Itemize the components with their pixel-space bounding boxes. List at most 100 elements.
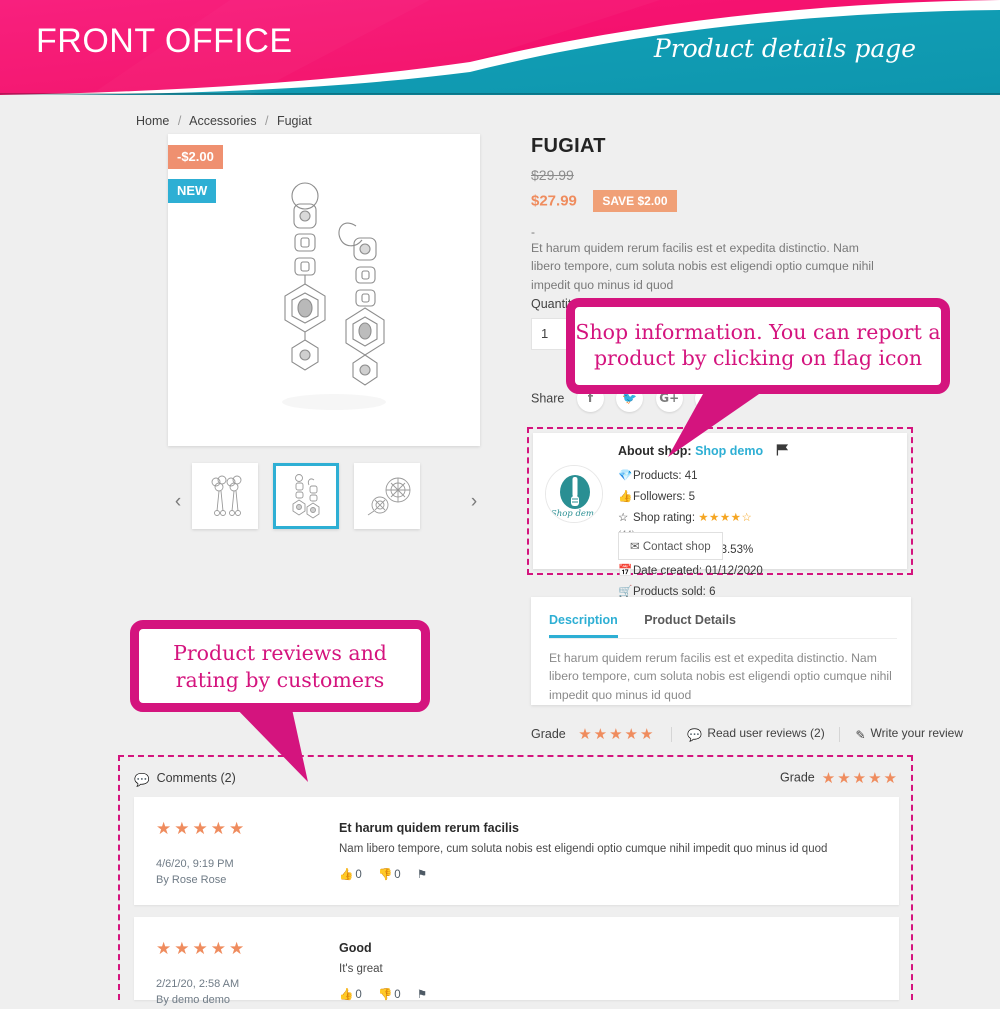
thumbnail-item-1[interactable] — [192, 463, 258, 529]
shop-stat-date-created: 📅Date created: 01/12/2020 — [618, 561, 763, 582]
comment-down-count: 0 — [394, 989, 401, 1001]
comment-author: By demo demo — [156, 993, 230, 1006]
comments-grade: Grade ★★★★★ — [780, 769, 899, 787]
breadcrumb-separator: / — [264, 114, 269, 128]
product-subtext: - — [531, 225, 535, 239]
breadcrumb-item-current: Fugiat — [276, 114, 312, 128]
grade-divider — [839, 726, 841, 742]
comment-thumbs-up[interactable]: 👍 0 — [339, 987, 362, 1001]
thumbs-down-icon: 👎 — [377, 869, 393, 881]
comment-up-count: 0 — [355, 989, 362, 1001]
thumbs-up-icon: 👍 — [339, 989, 354, 1001]
product-image-card[interactable]: -$2.00 NEW — [168, 134, 480, 446]
calendar-icon: 📅 — [618, 565, 633, 577]
thumbs-down-icon: 👎 — [377, 989, 393, 1001]
callout-reviews-text: Product reviews and rating by customers — [173, 641, 387, 692]
share-label: Share — [531, 391, 565, 406]
comment-report-flag-icon[interactable]: ⚑ — [417, 867, 427, 881]
thumbnail-item-3[interactable] — [354, 463, 420, 529]
thumbs-up-icon: 👍 — [618, 491, 633, 503]
comment-stars: ★★★★★ — [156, 939, 248, 958]
comment-icon: 💬 — [687, 728, 703, 742]
shop-stat-rating: ☆ Shop rating: ★★★★☆ — [618, 508, 758, 529]
grade-stars: ★★★★★ — [578, 726, 656, 743]
comment-actions: 👍 0 👎 0 ⚑ — [339, 987, 440, 1001]
grade-divider — [670, 726, 672, 742]
shop-stat-products: 💎Products: 41 — [618, 466, 758, 487]
thumbnail-prev-arrow[interactable]: ‹ — [170, 489, 186, 515]
thumbnail-next-arrow[interactable]: › — [466, 489, 482, 515]
comment-report-flag-icon[interactable]: ⚑ — [417, 987, 427, 1001]
comment-down-count: 0 — [394, 869, 401, 881]
pencil-icon: ✎ — [855, 728, 866, 742]
comments-grade-label: Grade — [780, 770, 815, 785]
comment-date: 4/6/20, 9:19 PM — [156, 858, 234, 870]
thumbnail-image-3 — [354, 463, 420, 529]
envelope-icon: ✉ — [630, 541, 640, 553]
shop-rating-stars: ★★★★ — [698, 512, 742, 524]
breadcrumb-item-home[interactable]: Home — [136, 114, 169, 128]
tab-product-details[interactable]: Product Details — [644, 613, 736, 635]
comment-item: ★★★★★ 4/6/20, 9:19 PM By Rose Rose Et ha… — [134, 797, 899, 905]
header-banner: FRONT OFFICE Product details page — [0, 0, 1000, 95]
shop-stat-followers: 👍Followers: 5 — [618, 487, 758, 508]
products-icon: 💎 — [618, 470, 633, 482]
product-price-row: $27.99 SAVE $2.00 — [531, 190, 677, 212]
callout-shop-tail — [668, 385, 772, 457]
contact-shop-button[interactable]: ✉ Contact shop — [618, 532, 723, 560]
product-price-old: $29.99 — [531, 167, 574, 183]
save-badge: SAVE $2.00 — [593, 190, 677, 212]
callout-shop-text: Shop information. You can report a produ… — [575, 320, 941, 371]
comment-item: ★★★★★ 2/21/20, 2:58 AM By demo demo Good… — [134, 917, 899, 1006]
quantity-input[interactable]: 1 — [531, 318, 571, 350]
banner-shadow — [0, 93, 1000, 95]
description-tabs: Description Product Details — [549, 611, 897, 639]
comments-title: 💬 Comments (2) — [134, 771, 236, 787]
contact-shop-label: Contact shop — [642, 541, 711, 553]
comments-grade-stars: ★★★★★ — [821, 770, 899, 787]
shop-rating-label: Shop rating: — [633, 512, 696, 524]
comment-date: 2/21/20, 2:58 AM — [156, 978, 240, 990]
comment-meta: 4/6/20, 9:19 PM By Rose Rose — [156, 857, 234, 889]
comment-meta: 2/21/20, 2:58 AM By demo demo — [156, 977, 239, 1009]
product-title: FUGIAT — [531, 135, 606, 157]
comment-author: By Rose Rose — [156, 873, 227, 886]
read-user-reviews-label: Read user reviews (2) — [707, 726, 825, 740]
comment-actions: 👍 0 👎 0 ⚑ — [339, 867, 440, 881]
shop-stat-followers-text: Followers: 5 — [633, 491, 695, 503]
comments-icon: 💬 — [134, 773, 150, 787]
write-review-label: Write your review — [870, 726, 964, 740]
description-card: Description Product Details Et harum qui… — [531, 597, 911, 705]
shop-logo[interactable]: Shop demo — [545, 465, 603, 523]
comments-title-label: Comments (2) — [156, 771, 236, 785]
shop-stats-left: 💎Products: 41 👍Followers: 5 ☆ Shop rating… — [618, 466, 758, 540]
comment-stars: ★★★★★ — [156, 819, 248, 838]
breadcrumb-item-accessories[interactable]: Accessories — [189, 114, 256, 128]
comment-thumbs-down[interactable]: 👎 0 — [378, 987, 401, 1001]
comment-title: Good — [339, 941, 372, 955]
page-body: Home / Accessories / Fugiat -$2.00 NEW ‹… — [0, 97, 1000, 1006]
comment-thumbs-up[interactable]: 👍 0 — [339, 867, 362, 881]
new-flag: NEW — [168, 179, 217, 203]
shop-stat-date-text: Date created: 01/12/2020 — [633, 565, 763, 577]
breadcrumb-separator: / — [177, 114, 182, 128]
comment-thumbs-down[interactable]: 👎 0 — [378, 867, 401, 881]
thumbnail-item-2[interactable] — [273, 463, 339, 529]
discount-flag: -$2.00 — [168, 145, 223, 169]
description-body: Et harum quidem rerum facilis est et exp… — [549, 651, 892, 702]
comment-body: Nam libero tempore, cum soluta nobis est… — [339, 843, 828, 855]
read-user-reviews-link[interactable]: 💬 Read user reviews (2) — [687, 726, 828, 742]
shop-rating-half-star: ☆ — [741, 512, 753, 524]
shop-logo-image: Shop demo — [546, 466, 602, 522]
star-outline-icon: ☆ — [618, 512, 629, 524]
grade-label: Grade — [531, 727, 566, 741]
banner-right-title: Product details page — [653, 34, 917, 63]
write-review-link[interactable]: ✎ Write your review — [855, 726, 964, 742]
callout-reviews-tail — [228, 700, 308, 782]
comment-up-count: 0 — [355, 869, 362, 881]
breadcrumb: Home / Accessories / Fugiat — [136, 114, 312, 128]
product-price-current: $27.99 — [531, 192, 577, 210]
thumbnail-carousel: ‹ › — [168, 459, 480, 549]
tab-description[interactable]: Description — [549, 613, 618, 638]
thumbnail-image-2 — [276, 466, 336, 526]
